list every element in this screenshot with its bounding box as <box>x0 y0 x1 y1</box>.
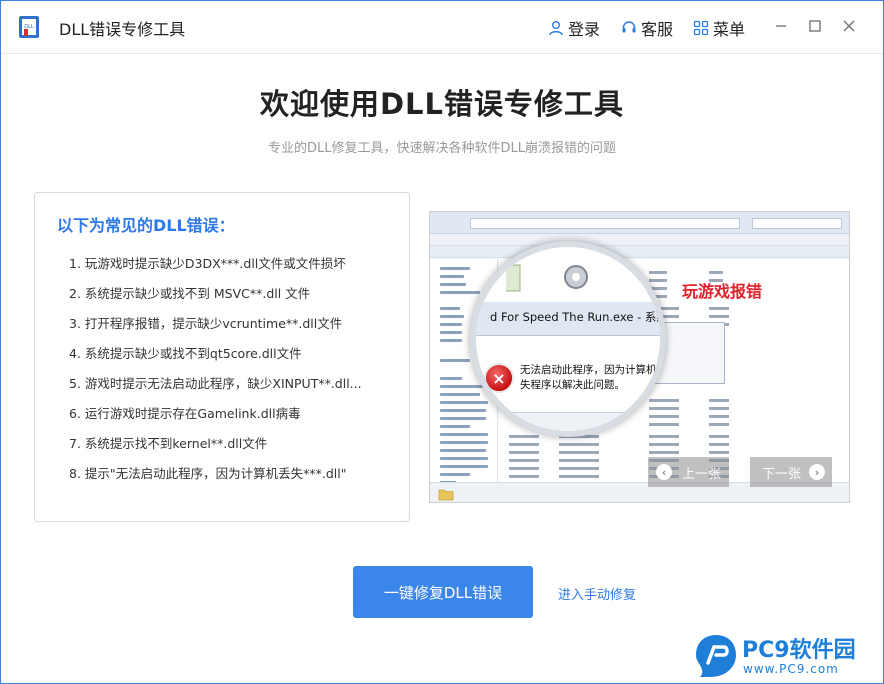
pc9-logo-icon <box>696 635 736 677</box>
support-button[interactable]: 客服 <box>621 16 673 40</box>
pc9-watermark: PC9软件园 www.PC9.com <box>694 631 880 681</box>
next-image-label: 下一张 <box>762 466 802 482</box>
maximize-button[interactable] <box>805 16 825 36</box>
error-icon: × <box>484 363 514 393</box>
explorer-search-box <box>752 218 842 229</box>
next-image-button[interactable]: 下一张 › <box>750 457 832 487</box>
titlebar-divider <box>1 53 883 54</box>
explorer-address-bar <box>430 212 849 234</box>
error-item: 6. 运行游戏时提示存在Gamelink.dll病毒 <box>69 406 301 421</box>
common-errors-panel: 以下为常见的DLL错误： 1. 玩游戏时提示缺少D3DX***.dll文件或文件… <box>34 192 410 522</box>
menu-button[interactable]: 菜单 <box>693 16 745 40</box>
headset-icon <box>622 21 636 33</box>
minimize-icon <box>776 25 786 27</box>
close-icon <box>843 20 855 32</box>
error-item: 1. 玩游戏时提示缺少D3DX***.dll文件或文件损坏 <box>69 256 346 271</box>
app-window: DLL DLL错误专修工具 登录 客服 菜单 欢迎使用DLL错误专修工具 专业的… <box>0 0 884 684</box>
error-item: 2. 系统提示缺少或找不到 MSVC**.dll 文件 <box>69 286 311 301</box>
error-item: 4. 系统提示缺少或找不到qt5core.dll文件 <box>69 346 302 361</box>
page-title: 欢迎使用DLL错误专修工具 <box>259 87 625 121</box>
chevron-left-icon: ‹ <box>656 464 672 480</box>
watermark-name: PC9软件园 <box>742 638 856 663</box>
prev-image-button[interactable]: ‹ 上一张 <box>648 457 729 487</box>
example-screenshot: d For Speed The Run.exe - 系统错误 × 无法启动此程序… <box>429 211 850 503</box>
watermark-url: www.PC9.com <box>743 662 839 676</box>
maximize-icon <box>809 20 821 32</box>
dialog-message: 无法启动此程序，因为计算机中丢失程序以解决此问题。 <box>520 364 666 391</box>
app-logo-icon: DLL <box>19 16 39 38</box>
support-label: 客服 <box>641 20 674 39</box>
close-button[interactable] <box>839 16 859 36</box>
magnified-error-dialog: d For Speed The Run.exe - 系统错误 × 无法启动此程序… <box>470 241 666 437</box>
menu-label: 菜单 <box>713 20 746 39</box>
user-icon <box>549 21 563 36</box>
one-click-fix-button[interactable]: 一键修复DLL错误 <box>353 566 533 618</box>
explorer-menu-bar <box>430 234 849 246</box>
grid-menu-icon <box>693 20 709 36</box>
page-subtitle: 专业的DLL修复工具，快速解决各种软件DLL崩溃报错的问题 <box>268 141 616 156</box>
minimize-button[interactable] <box>771 16 791 36</box>
login-label: 登录 <box>568 20 601 39</box>
title-bar: DLL DLL错误专修工具 登录 客服 菜单 <box>1 1 883 53</box>
chevron-right-icon: › <box>809 464 826 480</box>
explorer-path-box <box>470 218 740 229</box>
app-logo-text: DLL <box>24 24 34 30</box>
file-icons <box>506 264 588 292</box>
error-item: 7. 系统提示找不到kernel**.dll文件 <box>69 436 268 451</box>
dialog-title: d For Speed The Run.exe - 系统错误 <box>490 310 666 324</box>
common-errors-list: 1. 玩游戏时提示缺少D3DX***.dll文件或文件损坏 2. 系统提示缺少或… <box>69 253 362 493</box>
error-item: 8. 提示"无法启动此程序，因为计算机丢失***.dll" <box>69 466 347 481</box>
login-button[interactable]: 登录 <box>548 16 600 40</box>
screenshot-caption: 玩游戏报错 <box>682 282 763 301</box>
common-errors-heading: 以下为常见的DLL错误： <box>57 216 235 235</box>
prev-image-label: 上一张 <box>682 466 722 482</box>
error-item: 3. 打开程序报错，提示缺少vcruntime**.dll文件 <box>69 316 343 331</box>
app-title: DLL错误专修工具 <box>59 20 186 39</box>
error-item: 5. 游戏时提示无法启动此程序，缺少XINPUT**.dll... <box>69 376 362 391</box>
folder-icon <box>438 489 454 501</box>
manual-fix-link[interactable]: 进入手动修复 <box>558 584 636 603</box>
